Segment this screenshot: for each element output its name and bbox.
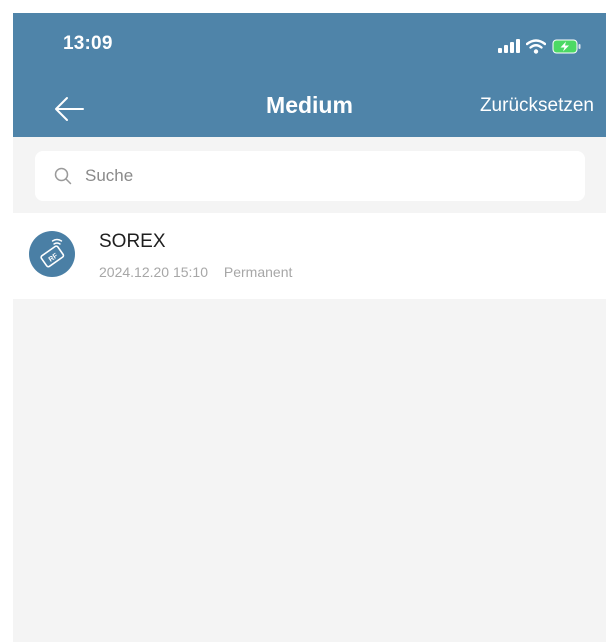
search-bar[interactable]	[35, 151, 585, 201]
rf-card-icon: RF	[29, 231, 75, 277]
item-validity: Permanent	[223, 264, 293, 280]
status-time: 13:09	[63, 33, 113, 54]
app-screen: 13:09 Medium Zurücksetzen Suche RF SOREX…	[13, 13, 606, 642]
list-item[interactable]: RF SOREX 2024.12.20 15:10 Permanent	[13, 213, 606, 299]
back-arrow-icon[interactable]	[49, 91, 89, 127]
search-input[interactable]	[83, 165, 567, 187]
battery-charging-icon	[552, 39, 581, 53]
svg-text:RF: RF	[48, 252, 60, 264]
medium-list: RF SOREX 2024.12.20 15:10 Permanent	[13, 213, 606, 299]
wifi-icon	[526, 38, 546, 54]
header: 13:09 Medium Zurücksetzen	[13, 13, 606, 137]
search-icon	[54, 167, 72, 185]
item-name: SOREX	[99, 231, 166, 252]
reset-button[interactable]: Zurücksetzen	[480, 95, 594, 117]
cellular-signal-icon	[498, 39, 520, 53]
status-icons	[498, 36, 582, 56]
item-timestamp: 2024.12.20 15:10	[99, 264, 208, 280]
item-meta: 2024.12.20 15:10 Permanent	[99, 264, 292, 280]
